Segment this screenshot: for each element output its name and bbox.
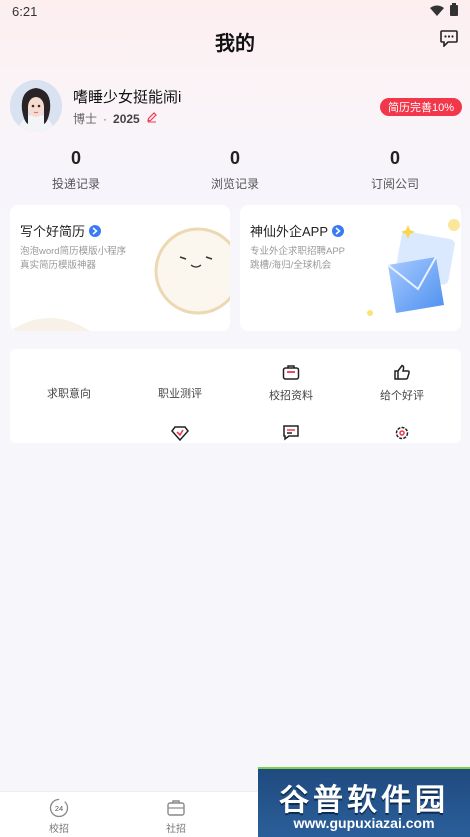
stat-label: 订阅公司 [370,177,419,191]
status-bar: 6:21 [0,0,470,22]
tool-label: 校招资料 [269,390,313,402]
foreign-app-card[interactable]: 神仙外企APP 专业外企求职招聘APP 跳槽/海归/全球机会 [240,205,461,331]
envelope-illustration [240,205,461,331]
stat-count: 0 [229,148,240,168]
stat-count: 0 [389,148,400,168]
tool-label: 职业测评 [158,388,202,400]
avatar[interactable] [10,80,62,132]
user-graduation-year: 2025 [113,111,140,126]
tool-row2-item3[interactable] [346,422,458,444]
user-separator: · [103,111,108,126]
tab-social[interactable]: 社招 [146,798,206,835]
stat-label: 投递记录 [51,177,100,191]
wifi-icon [430,4,444,19]
stat-applications[interactable]: 0 投递记录 [16,148,136,192]
briefcase-icon [235,361,347,383]
mascot-illustration [10,205,230,331]
tab-label: 校招 [49,824,69,835]
stats-row: 0 投递记录 0 浏览记录 0 订阅公司 [0,148,470,192]
stat-browsing[interactable]: 0 浏览记录 [175,148,295,192]
feedback-icon [235,422,347,444]
status-time: 6:21 [12,3,38,19]
diamond-icon [124,422,236,444]
page-title: 我的 [215,32,255,55]
tab-icon-text: 24 [55,804,63,813]
message-icon[interactable] [440,30,458,52]
user-subtitle: 博士 · 2025 [73,110,158,127]
user-name: 嗜睡少女挺能闹i [73,89,182,106]
tool-job-intention[interactable]: 求职意向 [13,385,125,401]
tool-row2-item2[interactable] [235,422,347,444]
resume-card[interactable]: 写个好简历 泡泡word简历模版小程序 真实简历模版神器 [10,205,230,331]
tab-label: 社招 [166,824,186,835]
tool-campus-materials[interactable]: 校招资料 [235,361,347,403]
tools-panel: 求职意向 职业测评 校招资料 给个好评 [10,349,461,443]
settings-gear-icon [346,422,458,444]
profile-section[interactable]: 嗜睡少女挺能闹i 博士 · 2025 简历完善10% [10,78,462,136]
tool-give-rating[interactable]: 给个好评 [346,361,458,403]
user-degree: 博士 [73,112,98,126]
tool-career-assessment[interactable]: 职业测评 [124,385,236,401]
tool-label: 求职意向 [47,388,91,400]
watermark-title: 谷普软件园 [279,784,449,817]
resume-completion-badge[interactable]: 简历完善10% [379,98,462,116]
battery-icon [450,3,458,19]
edit-icon[interactable] [146,111,158,126]
thumbs-up-icon [346,361,458,383]
tool-label: 给个好评 [380,390,424,402]
watermark-logo: 谷普软件园 www.gupuxiazai.com [258,767,470,837]
stat-label: 浏览记录 [210,177,259,191]
tab-campus[interactable]: 24 校招 [29,798,89,835]
stat-count: 0 [70,148,81,168]
stat-subscriptions[interactable]: 0 订阅公司 [335,148,455,192]
tool-row2-item1[interactable] [124,422,236,444]
campus-24-icon: 24 [29,798,89,818]
watermark-url: www.gupuxiazai.com [293,815,435,831]
page-header: 我的 [0,22,470,60]
briefcase-icon [146,798,206,818]
